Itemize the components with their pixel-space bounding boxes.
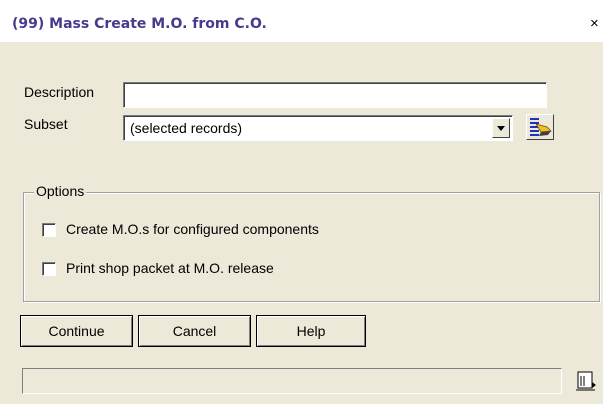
- status-icon-button[interactable]: [575, 368, 599, 394]
- create-mos-checkbox[interactable]: [42, 223, 56, 237]
- document-status-icon: [576, 371, 596, 391]
- description-label: Description: [24, 84, 95, 100]
- options-groupbox: [23, 192, 600, 302]
- dropdown-arrow-icon[interactable]: [492, 118, 510, 138]
- print-shop-packet-label: Print shop packet at M.O. release: [66, 260, 274, 276]
- title-bar: (99) Mass Create M.O. from C.O. ×: [0, 0, 603, 42]
- query-wand-icon: [530, 118, 552, 136]
- options-group-label: Options: [34, 183, 87, 199]
- window-title: (99) Mass Create M.O. from C.O.: [12, 16, 267, 32]
- help-button[interactable]: Help: [256, 315, 366, 347]
- subset-selected-value: (selected records): [130, 120, 243, 136]
- create-mos-label: Create M.O.s for configured components: [66, 221, 319, 237]
- cancel-button[interactable]: Cancel: [138, 315, 251, 347]
- dialog-window: (99) Mass Create M.O. from C.O. × Descri…: [0, 0, 603, 404]
- subset-label: Subset: [24, 116, 68, 132]
- print-shop-packet-checkbox[interactable]: [42, 262, 56, 276]
- subset-combobox[interactable]: (selected records): [123, 115, 513, 141]
- description-input[interactable]: [123, 82, 547, 108]
- subset-picker-button[interactable]: [526, 114, 554, 140]
- status-bar: [22, 368, 562, 394]
- close-button[interactable]: ×: [590, 14, 603, 34]
- continue-button[interactable]: Continue: [20, 315, 133, 347]
